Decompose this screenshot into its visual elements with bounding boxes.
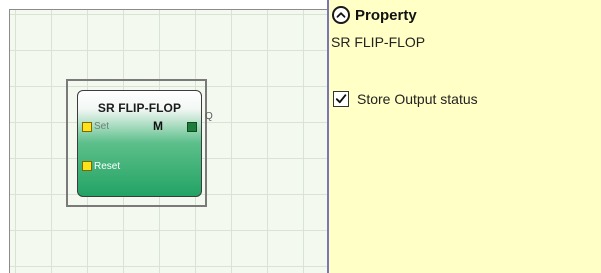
checkmark-icon	[335, 94, 347, 104]
sr-flip-flop-block[interactable]: SR FLIP-FLOP M Set Reset	[77, 90, 202, 197]
set-input-label: Set	[94, 121, 110, 132]
property-panel-header: Property	[332, 4, 417, 26]
collapse-button[interactable]	[332, 6, 350, 24]
q-output-label: Q	[205, 111, 213, 122]
store-output-status-label: Store Output status	[357, 91, 478, 107]
block-type-label: SR FLIP-FLOP	[331, 34, 426, 50]
panel-title: Property	[355, 6, 417, 24]
property-panel: Property SR FLIP-FLOP Store Output statu…	[329, 0, 601, 273]
store-output-status-checkbox[interactable]	[333, 91, 349, 107]
reset-input-label: Reset	[94, 161, 121, 172]
reset-input-pin[interactable]	[82, 161, 92, 171]
chevron-up-icon	[336, 12, 346, 18]
block-mode-label: M	[153, 119, 163, 133]
set-input-pin[interactable]	[82, 122, 92, 132]
block-title: SR FLIP-FLOP	[97, 101, 182, 115]
q-output-pin[interactable]	[187, 122, 197, 132]
store-output-status-option[interactable]: Store Output status	[333, 91, 478, 107]
editor-window: SR FLIP-FLOP M Set Reset Q Property SR F…	[0, 0, 601, 273]
